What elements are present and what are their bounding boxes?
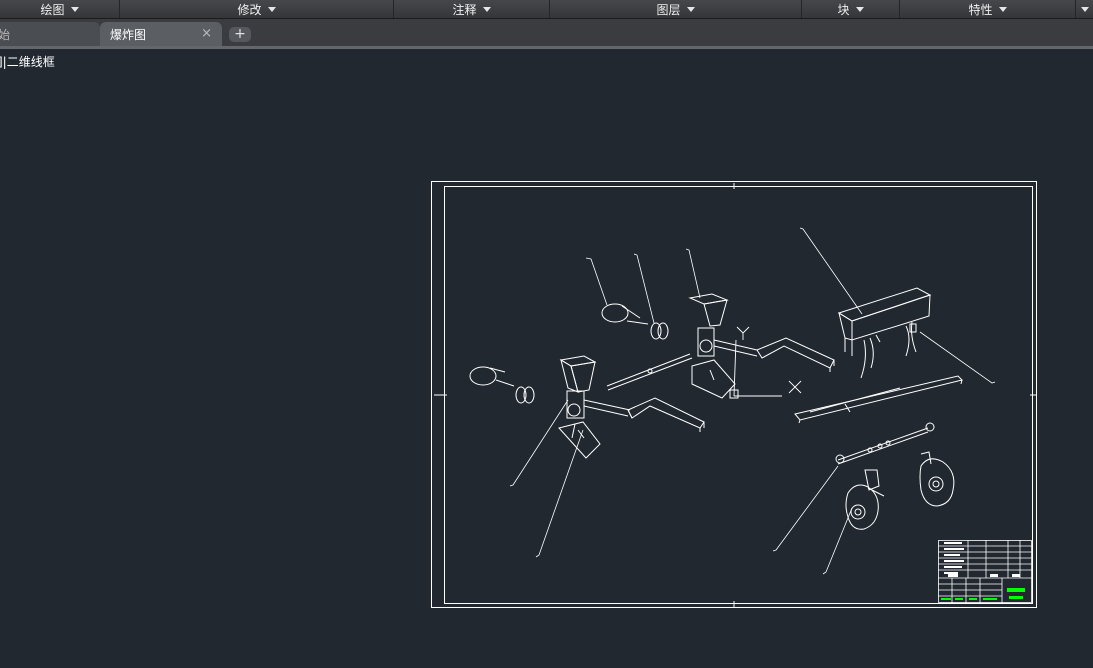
leader-lines [509, 227, 996, 575]
ucs-icon [733, 326, 802, 397]
drive-shaft [835, 422, 935, 465]
gear-wheel-1 [845, 469, 885, 530]
drawing-canvas[interactable] [0, 0, 1093, 668]
long-plate [794, 375, 963, 424]
gear-wheel-2 [919, 451, 955, 507]
center-arm [756, 337, 835, 372]
hopper-assembly [837, 287, 932, 379]
left-arm [627, 397, 705, 432]
center-dispenser [688, 293, 758, 399]
roller-left [469, 366, 535, 404]
left-dispenser [558, 355, 631, 459]
title-block [938, 540, 1032, 603]
roller-top [601, 303, 669, 340]
middle-shaft [606, 353, 693, 391]
